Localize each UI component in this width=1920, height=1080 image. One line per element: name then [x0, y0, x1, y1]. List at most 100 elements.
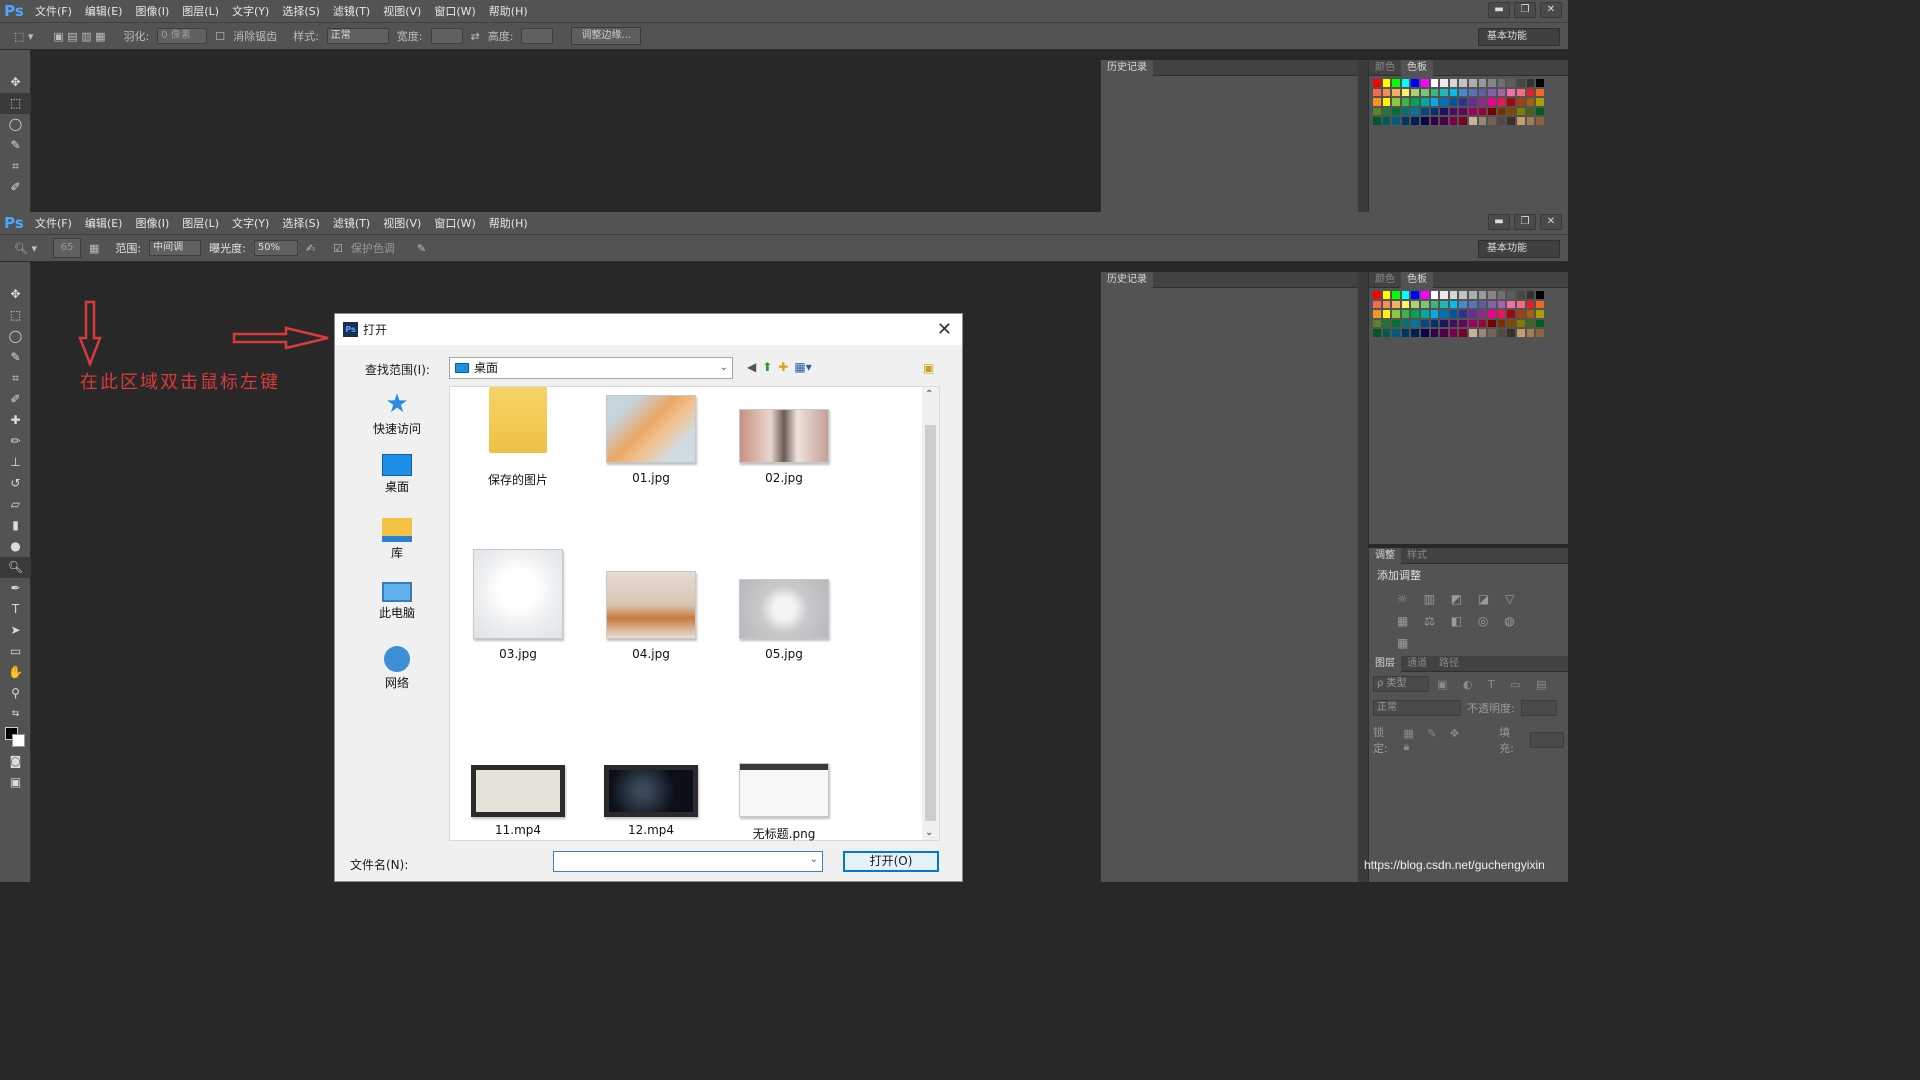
color-swatch[interactable]: [1391, 290, 1401, 300]
color-swatch[interactable]: [1448, 87, 1459, 98]
airbrush-icon[interactable]: ✍: [306, 242, 315, 255]
height-input[interactable]: [521, 28, 554, 44]
color-swatch[interactable]: [1487, 318, 1497, 329]
color-swatch[interactable]: [1515, 290, 1526, 300]
color-swatch[interactable]: [1448, 116, 1459, 126]
color-swatch[interactable]: [1381, 106, 1392, 117]
file-item[interactable]: 无标题.png: [724, 763, 844, 842]
file-item[interactable]: 02.jpg: [724, 409, 844, 485]
color-swatch[interactable]: [1496, 328, 1507, 338]
color-swatch[interactable]: [1400, 290, 1411, 300]
menu-help[interactable]: 帮助(H): [482, 215, 534, 231]
pen-tool-icon[interactable]: ✒: [0, 578, 31, 599]
color-swatch[interactable]: [1391, 97, 1401, 107]
color-swatch[interactable]: [1400, 328, 1411, 338]
menu-layer[interactable]: 图层(L): [175, 3, 225, 19]
dodge-tool-icon[interactable]: 🔍︎: [0, 557, 31, 578]
color-swatch[interactable]: [1372, 78, 1382, 88]
color-swatch[interactable]: [1372, 309, 1382, 319]
clone-stamp-icon[interactable]: ⊥: [0, 452, 31, 473]
color-swatch[interactable]: [1506, 328, 1516, 338]
screen-mode-icon[interactable]: ▣: [0, 772, 31, 793]
color-swatch[interactable]: [1525, 299, 1536, 310]
color-swatch[interactable]: [1439, 318, 1449, 329]
color-swatch[interactable]: [1525, 116, 1536, 126]
color-swatch[interactable]: [1419, 309, 1430, 319]
color-swatch[interactable]: [1515, 318, 1526, 329]
color-swatch[interactable]: [1515, 97, 1526, 107]
color-swatch[interactable]: [1400, 106, 1411, 117]
color-swatch[interactable]: [1477, 299, 1488, 310]
color-swatch[interactable]: [1535, 116, 1545, 126]
color-swatch[interactable]: [1467, 328, 1478, 338]
color-swatch[interactable]: [1429, 328, 1440, 338]
color-swatch[interactable]: [1448, 97, 1459, 107]
color-swatch[interactable]: [1506, 87, 1516, 98]
color-swatch[interactable]: [1391, 116, 1401, 126]
color-swatch[interactable]: [1515, 78, 1526, 88]
panel-scrollbar-top[interactable]: [1358, 60, 1368, 212]
menu-type[interactable]: 文字(Y): [225, 3, 275, 19]
move-tool-icon[interactable]: ✥: [0, 72, 31, 93]
channels-tab[interactable]: 通道: [1401, 656, 1433, 672]
color-swatch[interactable]: [1439, 309, 1449, 319]
color-swatch[interactable]: [1391, 78, 1401, 88]
color-swatch[interactable]: [1535, 78, 1545, 88]
color-tab[interactable]: 颜色: [1369, 272, 1401, 288]
color-swatch[interactable]: [1458, 106, 1468, 117]
crop-tool-icon[interactable]: ⌗: [0, 368, 31, 389]
file-item[interactable]: 03.jpg: [458, 549, 578, 661]
color-swatch[interactable]: [1525, 290, 1536, 300]
color-swatch[interactable]: [1372, 116, 1382, 126]
color-swatch[interactable]: [1448, 299, 1459, 310]
move-tool-icon[interactable]: ✥: [0, 284, 31, 305]
color-swatch[interactable]: [1525, 87, 1536, 98]
color-swatch[interactable]: [1515, 299, 1526, 310]
marquee-tool-icon[interactable]: ⬚: [0, 93, 31, 114]
menu-help[interactable]: 帮助(H): [482, 3, 534, 19]
color-swatch[interactable]: [1525, 78, 1536, 88]
scroll-down-icon[interactable]: ⌄: [925, 827, 933, 838]
color-swatch[interactable]: [1506, 290, 1516, 300]
color-swatch[interactable]: [1419, 78, 1430, 88]
color-swatch[interactable]: [1391, 318, 1401, 329]
color-swatch[interactable]: [1535, 299, 1545, 310]
color-swatch[interactable]: [1391, 106, 1401, 117]
menu-edit[interactable]: 编辑(E): [78, 215, 129, 231]
width-input[interactable]: [430, 28, 463, 44]
color-swatch[interactable]: [1439, 328, 1449, 338]
workspace-select[interactable]: 基本功能: [1478, 28, 1560, 46]
back-icon[interactable]: ◀: [747, 360, 756, 374]
color-swatch[interactable]: [1477, 328, 1488, 338]
color-swatch[interactable]: [1372, 290, 1382, 300]
file-list-scrollbar[interactable]: ⌃ ⌄: [922, 387, 939, 840]
color-swatch[interactable]: [1515, 106, 1526, 117]
color-swatch[interactable]: [1372, 328, 1382, 338]
swap-colors-icon[interactable]: ⇆: [0, 704, 31, 725]
color-swatch[interactable]: [1419, 97, 1430, 107]
styles-tab[interactable]: 样式: [1401, 548, 1433, 564]
color-swatch[interactable]: [1410, 78, 1420, 88]
color-swatch[interactable]: [1477, 87, 1488, 98]
history-brush-icon[interactable]: ↺: [0, 473, 31, 494]
layer-kind-filter[interactable]: ρ 类型: [1373, 676, 1429, 692]
color-swatch[interactable]: [1525, 318, 1536, 329]
color-swatch[interactable]: [1506, 97, 1516, 107]
color-swatch[interactable]: [1477, 116, 1488, 126]
menu-select[interactable]: 选择(S): [275, 215, 326, 231]
background-color[interactable]: [12, 734, 25, 747]
color-swatch[interactable]: [1458, 97, 1468, 107]
swatches-tab[interactable]: 色板: [1401, 271, 1433, 288]
color-swatch[interactable]: [1419, 328, 1430, 338]
close-button[interactable]: ✕: [1540, 214, 1562, 230]
lock-icons[interactable]: ▦ ✎ ✥ 🔒︎: [1403, 727, 1479, 754]
brush-panel-icon[interactable]: ▦: [89, 242, 99, 255]
color-swatch[interactable]: [1477, 97, 1488, 107]
color-swatch[interactable]: [1381, 78, 1392, 88]
color-swatch[interactable]: [1391, 328, 1401, 338]
color-swatch[interactable]: [1487, 290, 1497, 300]
menu-view[interactable]: 视图(V): [376, 3, 427, 19]
color-swatch[interactable]: [1515, 328, 1526, 338]
menu-window[interactable]: 窗口(W): [427, 3, 481, 19]
quick-select-tool-icon[interactable]: ✎: [0, 347, 31, 368]
